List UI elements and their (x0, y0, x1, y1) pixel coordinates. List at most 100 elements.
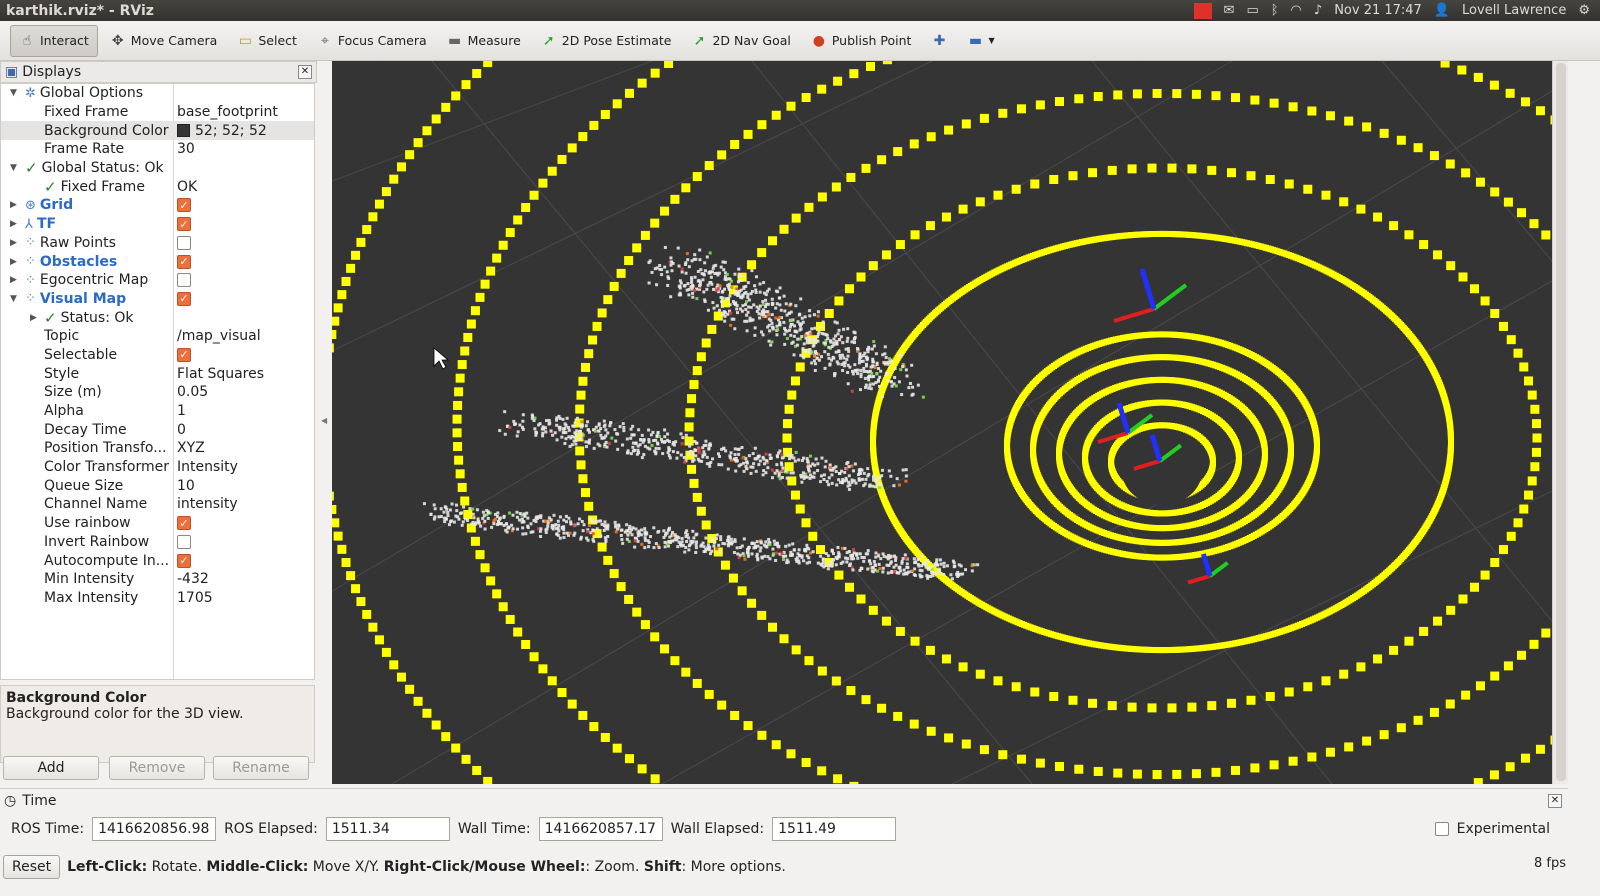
add-button[interactable]: Add (3, 756, 99, 780)
tree-row-global-options[interactable]: ▼ ✲ Global Options (1, 84, 314, 103)
tree-row-obstacles[interactable]: ▶ ⁘ Obstacles ✓ (1, 252, 314, 271)
tree-row-visual-map[interactable]: ▼ ⁘ Visual Map ✓ (1, 290, 314, 309)
tree-row-global-status[interactable]: ▼ ✓ Global Status: Ok (1, 159, 314, 178)
tree-row-position-transformer[interactable]: Position Transfo... XYZ (1, 439, 314, 458)
tree-value[interactable]: 10 (177, 478, 195, 494)
tree-row-style[interactable]: Style Flat Squares (1, 364, 314, 383)
close-icon[interactable]: ✕ (1548, 794, 1562, 808)
tree-value[interactable]: ✓ (177, 554, 191, 568)
tree-row-size[interactable]: Size (m) 0.05 (1, 383, 314, 402)
color-swatch[interactable] (177, 124, 190, 137)
tree-value[interactable]: /map_visual (177, 328, 261, 344)
tree-row-fixed-frame[interactable]: Fixed Frame base_footprint (1, 103, 314, 122)
tree-row-use-rainbow[interactable]: Use rainbow ✓ (1, 514, 314, 533)
remove-tool-button[interactable]: ▬ ▼ (959, 25, 1002, 57)
tree-row-visual-map-status[interactable]: ▶ ✓ Status: Ok (1, 308, 314, 327)
clock[interactable]: Nov 21 17:47 (1334, 3, 1422, 18)
tool-2d-nav-goal[interactable]: ➚ 2D Nav Goal (683, 25, 798, 57)
record-indicator-icon[interactable] (1194, 3, 1212, 19)
checkbox[interactable]: ✓ (177, 516, 191, 530)
checkbox[interactable] (177, 535, 191, 549)
expand-right-icon[interactable]: ▶ (30, 313, 37, 323)
scrollbar-thumb[interactable] (1556, 63, 1566, 781)
mail-icon[interactable]: ✉ (1224, 3, 1235, 18)
tree-row-queue-size[interactable]: Queue Size 10 (1, 476, 314, 495)
tree-value[interactable] (177, 273, 191, 287)
tree-row-channel-name[interactable]: Channel Name intensity (1, 495, 314, 514)
checkbox[interactable]: ✓ (177, 198, 191, 212)
tree-row-background-color[interactable]: Background Color 52; 52; 52 (1, 121, 314, 140)
tool-focus-camera[interactable]: ⌖ Focus Camera (309, 25, 435, 57)
expand-down-icon[interactable]: ▼ (10, 88, 17, 98)
expand-right-icon[interactable]: ▶ (10, 275, 17, 285)
wifi-icon[interactable]: ◠ (1291, 3, 1302, 18)
tool-2d-pose-estimate[interactable]: ➚ 2D Pose Estimate (533, 25, 680, 57)
battery-icon[interactable]: ▭ (1246, 3, 1258, 18)
tree-row-status-fixed-frame[interactable]: ✓ Fixed Frame OK (1, 177, 314, 196)
tree-row-selectable[interactable]: Selectable ✓ (1, 346, 314, 365)
tree-row-raw-points[interactable]: ▶ ⁘ Raw Points (1, 234, 314, 253)
tool-publish-point[interactable]: ● Publish Point (803, 25, 920, 57)
wall-elapsed-field[interactable]: 1511.49 (772, 817, 896, 841)
ros-time-field[interactable]: 1416620856.98 (92, 817, 216, 841)
tree-row-decay-time[interactable]: Decay Time 0 (1, 420, 314, 439)
tool-measure[interactable]: ▬ Measure (439, 25, 529, 57)
expand-right-icon[interactable]: ▶ (10, 200, 17, 210)
tool-select[interactable]: ▭ Select (229, 25, 305, 57)
bluetooth-icon[interactable]: ᛒ (1271, 3, 1279, 18)
reset-button[interactable]: Reset (3, 855, 60, 879)
tree-value[interactable]: 30 (177, 141, 195, 157)
tree-value[interactable]: ✓ (177, 198, 191, 212)
tree-row-max-intensity[interactable]: Max Intensity 1705 (1, 589, 314, 608)
3d-scene[interactable] (332, 61, 1552, 784)
tree-row-tf[interactable]: ▶ ⅄ TF ✓ (1, 215, 314, 234)
tree-value[interactable]: base_footprint (177, 104, 278, 120)
remove-button[interactable]: Remove (109, 756, 205, 780)
experimental-option[interactable]: Experimental (1435, 821, 1550, 837)
tree-value[interactable]: intensity (177, 496, 238, 512)
ros-elapsed-field[interactable]: 1511.34 (326, 817, 450, 841)
gear-icon[interactable]: ⚙ (1578, 3, 1590, 18)
wall-time-field[interactable]: 1416620857.17 (539, 817, 663, 841)
tree-row-autocompute-intensity[interactable]: Autocompute In... ✓ (1, 551, 314, 570)
checkbox[interactable] (177, 273, 191, 287)
tree-value[interactable]: -432 (177, 571, 209, 587)
rename-button[interactable]: Rename (213, 756, 309, 780)
tree-value[interactable]: XYZ (177, 440, 205, 456)
tree-value[interactable]: ✓ (177, 348, 191, 362)
tree-value[interactable]: ✓ (177, 516, 191, 530)
checkbox[interactable]: ✓ (177, 348, 191, 362)
tree-row-egocentric-map[interactable]: ▶ ⁘ Egocentric Map (1, 271, 314, 290)
panel-splitter[interactable]: ◀ (317, 61, 332, 784)
experimental-checkbox[interactable] (1435, 822, 1449, 836)
expand-right-icon[interactable]: ▶ (10, 257, 17, 267)
close-icon[interactable]: ✕ (298, 65, 312, 79)
checkbox[interactable]: ✓ (177, 292, 191, 306)
expand-down-icon[interactable]: ▼ (10, 163, 17, 173)
collapse-left-icon[interactable]: ◀ (321, 416, 327, 425)
tree-value[interactable]: Flat Squares (177, 366, 264, 382)
chevron-down-icon[interactable]: ▼ (988, 36, 994, 45)
checkbox[interactable]: ✓ (177, 554, 191, 568)
tree-value[interactable] (177, 236, 191, 250)
tree-value[interactable]: ✓ (177, 217, 191, 231)
tree-row-grid[interactable]: ▶ ⊛ Grid ✓ (1, 196, 314, 215)
tree-value[interactable] (177, 535, 191, 549)
checkbox[interactable]: ✓ (177, 217, 191, 231)
tree-row-topic[interactable]: Topic/map_visual (1, 327, 314, 346)
tree-value[interactable]: 52; 52; 52 (177, 123, 267, 139)
checkbox[interactable] (177, 236, 191, 250)
tree-row-min-intensity[interactable]: Min Intensity -432 (1, 570, 314, 589)
checkbox[interactable]: ✓ (177, 255, 191, 269)
tree-row-frame-rate[interactable]: Frame Rate 30 (1, 140, 314, 159)
tree-value[interactable]: Intensity (177, 459, 238, 475)
tree-value[interactable]: ✓ (177, 292, 191, 306)
tree-value[interactable]: ✓ (177, 255, 191, 269)
tree-value[interactable]: 1705 (177, 590, 213, 606)
tree-value[interactable]: 1 (177, 403, 186, 419)
expand-right-icon[interactable]: ▶ (10, 238, 17, 248)
add-tool-button[interactable]: ✚ (923, 25, 955, 57)
expand-right-icon[interactable]: ▶ (10, 219, 17, 229)
expand-down-icon[interactable]: ▼ (10, 294, 17, 304)
tool-move-camera[interactable]: ✥ Move Camera (102, 25, 226, 57)
